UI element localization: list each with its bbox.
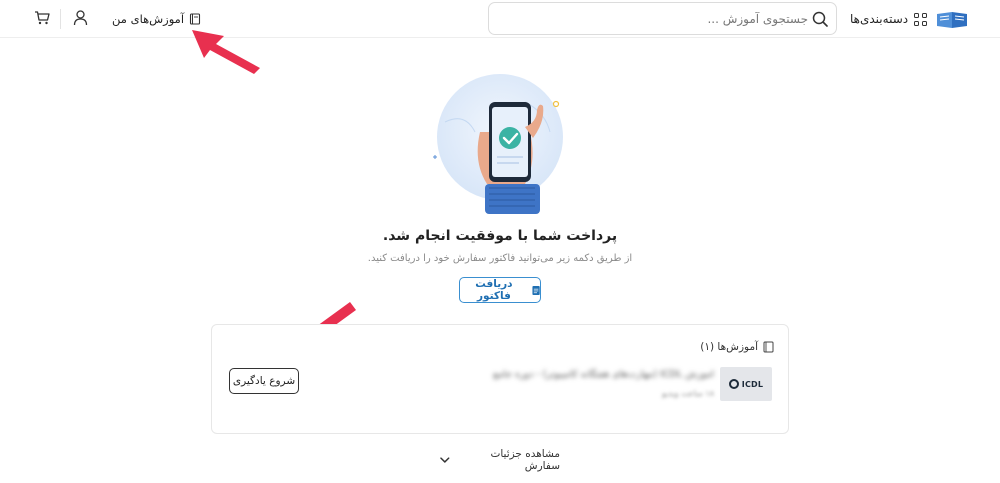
- order-details-toggle[interactable]: مشاهده جزئیات سفارش: [440, 448, 560, 472]
- courses-card-title: آموزش‌ها (۱): [700, 341, 774, 353]
- success-subtitle: از طریق دکمه زیر می‌توانید فاکتور سفارش …: [367, 253, 633, 264]
- course-meta: ۱۸ ساعت ویدیو: [661, 389, 714, 398]
- top-header: دسته‌بندی‌ها آموزش‌های من: [0, 0, 1000, 38]
- book-icon: [189, 13, 201, 25]
- order-details-label: مشاهده جزئیات سفارش: [490, 448, 560, 472]
- grid-icon: [914, 12, 928, 26]
- user-icon[interactable]: [73, 10, 88, 26]
- categories-label: دسته‌بندی‌ها: [850, 12, 909, 26]
- download-invoice-button[interactable]: دریافت فاکتور: [459, 277, 541, 303]
- categories-menu[interactable]: دسته‌بندی‌ها: [850, 10, 928, 28]
- search-icon[interactable]: [812, 11, 828, 27]
- cart-icon[interactable]: [34, 11, 50, 25]
- icdl-logo-icon: [728, 379, 739, 389]
- my-courses-label: آموزش‌های من: [112, 12, 185, 26]
- course-thumbnail-text: ICDL: [741, 379, 764, 389]
- header-divider: [60, 9, 61, 29]
- my-courses-link[interactable]: آموزش‌های من: [112, 10, 201, 28]
- download-invoice-label: دریافت فاکتور: [475, 278, 513, 302]
- course-name[interactable]: آموزش ICDL (مهارت‌های هفتگانه کامپیوتر) …: [452, 369, 714, 383]
- course-thumbnail[interactable]: ICDL: [720, 367, 772, 401]
- document-icon: [532, 285, 540, 295]
- success-title: پرداخت شما با موفقیت انجام شد.: [382, 228, 618, 244]
- chevron-down-icon: [440, 456, 450, 463]
- search-input[interactable]: [508, 8, 808, 30]
- purchased-courses-card: آموزش‌ها (۱) ICDL آموزش ICDL (مهارت‌های …: [211, 324, 789, 434]
- courses-card-title-text: آموزش‌ها (۱): [700, 341, 758, 353]
- search-bar[interactable]: [488, 2, 837, 35]
- book-icon: [763, 341, 774, 353]
- start-learning-button[interactable]: شروع یادگیری: [229, 368, 299, 394]
- logo-icon[interactable]: [935, 8, 969, 30]
- payment-success-illustration: [433, 74, 563, 214]
- annotation-arrow-icon: [192, 30, 260, 74]
